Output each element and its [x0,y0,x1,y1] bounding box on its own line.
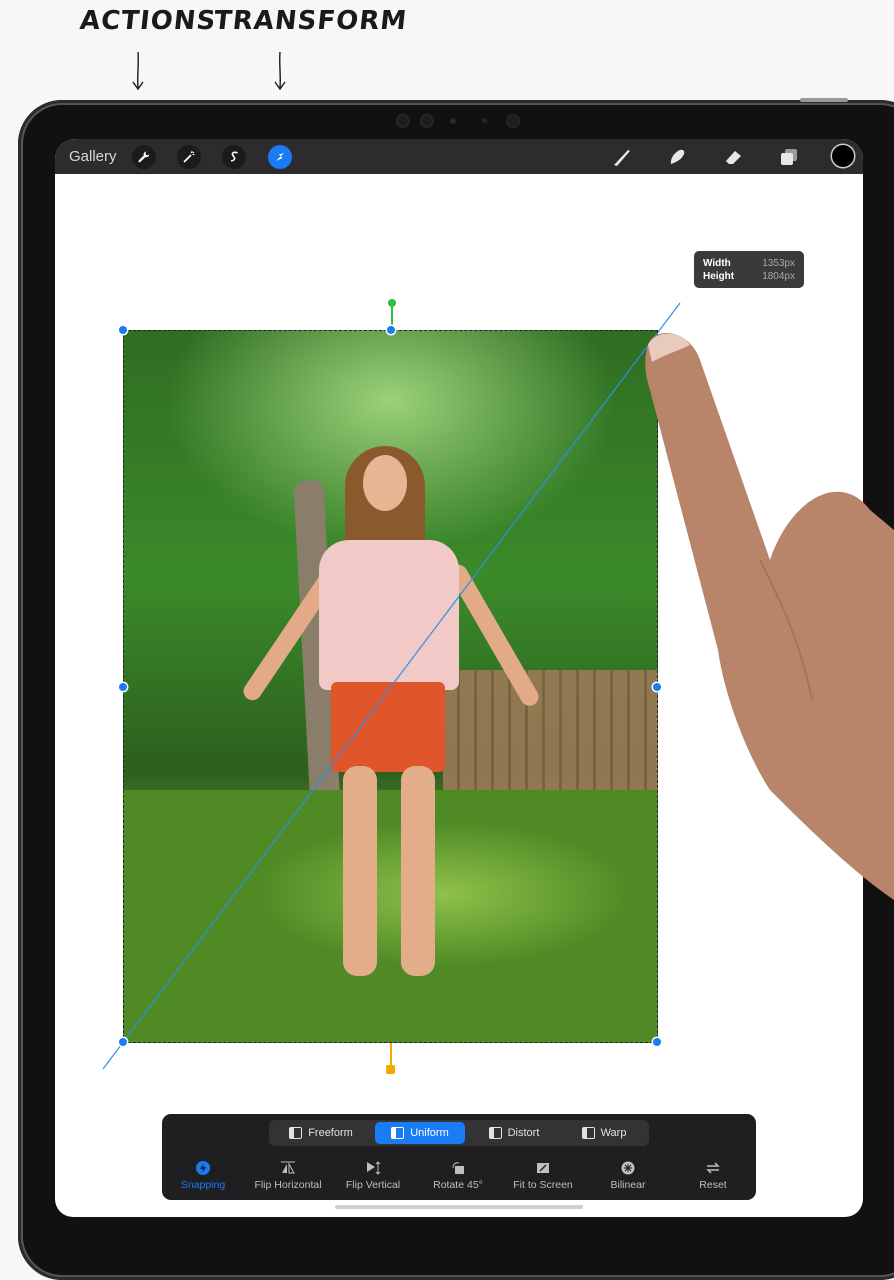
hand-pointer [645,333,894,900]
